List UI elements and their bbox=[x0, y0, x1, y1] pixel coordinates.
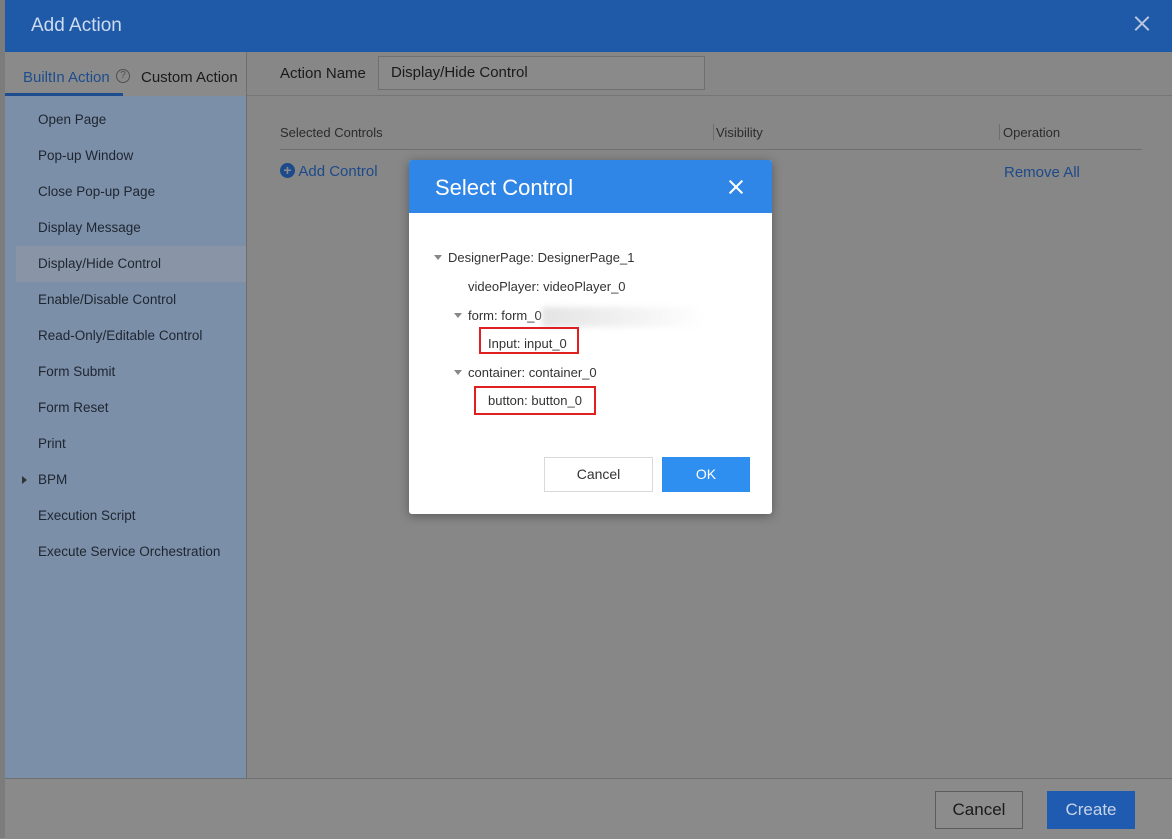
divider bbox=[247, 95, 1172, 96]
sidebar-item-print[interactable]: Print bbox=[5, 426, 246, 462]
sidebar-item-enable-disable-control[interactable]: Enable/Disable Control bbox=[5, 282, 246, 318]
cancel-button[interactable]: Cancel bbox=[935, 791, 1023, 829]
sidebar-item-label: Form Submit bbox=[38, 364, 116, 379]
sidebar-item-label: Display Message bbox=[38, 220, 141, 235]
sidebar-item-execution-script[interactable]: Execution Script bbox=[5, 498, 246, 534]
table-header-line bbox=[280, 149, 1142, 150]
column-operation: Operation bbox=[1003, 125, 1061, 140]
caret-down-icon[interactable] bbox=[454, 370, 462, 375]
action-name-label: Action Name bbox=[280, 65, 366, 82]
tree-node-button[interactable]: button: button_0 bbox=[488, 393, 582, 408]
modal-title: Select Control bbox=[435, 175, 574, 200]
expand-arrow-icon[interactable] bbox=[22, 476, 27, 484]
add-circle-icon: + bbox=[280, 163, 295, 178]
tab-custom-action[interactable]: Custom Action bbox=[141, 69, 238, 86]
modal-cancel-button[interactable]: Cancel bbox=[544, 457, 653, 492]
sidebar-item-display-hide-control[interactable]: Display/Hide Control bbox=[16, 246, 246, 282]
column-visibility: Visibility bbox=[716, 125, 763, 140]
sidebar-item-bpm[interactable]: BPM bbox=[5, 462, 246, 498]
modal-header: Select Control bbox=[409, 160, 772, 213]
help-icon[interactable]: ? bbox=[116, 69, 130, 83]
sidebar-item-close-popup[interactable]: Close Pop-up Page bbox=[5, 174, 246, 210]
close-icon[interactable] bbox=[728, 179, 744, 195]
sidebar-item-label: Close Pop-up Page bbox=[38, 184, 156, 199]
dialog-titlebar: Add Action bbox=[5, 0, 1172, 52]
sidebar-item-label: Read-Only/Editable Control bbox=[38, 328, 203, 343]
sidebar-item-label: Execution Script bbox=[38, 508, 136, 523]
sidebar-item-label: Enable/Disable Control bbox=[38, 292, 177, 307]
action-name-input[interactable]: Display/Hide Control bbox=[378, 56, 705, 90]
sidebar-item-form-reset[interactable]: Form Reset bbox=[5, 390, 246, 426]
create-button[interactable]: Create bbox=[1047, 791, 1135, 829]
caret-down-icon[interactable] bbox=[434, 255, 442, 260]
modal-ok-button[interactable]: OK bbox=[662, 457, 750, 492]
dialog-title: Add Action bbox=[31, 15, 122, 36]
tree-node-container[interactable]: container: container_0 bbox=[468, 365, 597, 380]
tree-node-input[interactable]: Input: input_0 bbox=[488, 336, 567, 351]
sidebar-item-service-orchestration[interactable]: Execute Service Orchestration bbox=[5, 534, 246, 570]
active-tab-indicator bbox=[5, 93, 123, 96]
sidebar-item-form-submit[interactable]: Form Submit bbox=[5, 354, 246, 390]
caret-down-icon[interactable] bbox=[454, 313, 462, 318]
sidebar-item-label: Open Page bbox=[38, 112, 107, 127]
sidebar-item-popup-window[interactable]: Pop-up Window bbox=[5, 138, 246, 174]
sidebar-item-readonly-editable[interactable]: Read-Only/Editable Control bbox=[5, 318, 246, 354]
sidebar-item-display-message[interactable]: Display Message bbox=[5, 210, 246, 246]
dialog-footer: Cancel Create bbox=[5, 778, 1172, 839]
tab-builtin-action[interactable]: BuiltIn Action bbox=[23, 69, 110, 86]
sidebar-item-label: Display/Hide Control bbox=[38, 256, 162, 271]
action-sidebar: BuiltIn Action ? Custom Action Open Page… bbox=[5, 52, 247, 778]
tree-node-video-player[interactable]: videoPlayer: videoPlayer_0 bbox=[468, 279, 626, 294]
select-control-modal: Select Control DesignerPage: DesignerPag… bbox=[409, 160, 772, 514]
column-separator bbox=[999, 124, 1000, 140]
add-control-button[interactable]: + Add Control bbox=[280, 163, 378, 180]
sidebar-item-label: Print bbox=[38, 436, 66, 451]
redacted-region bbox=[542, 307, 704, 327]
remove-all-link[interactable]: Remove All bbox=[1004, 164, 1080, 181]
add-control-label: Add Control bbox=[298, 163, 378, 180]
sidebar-item-label: BPM bbox=[38, 472, 68, 487]
sidebar-item-label: Execute Service Orchestration bbox=[38, 544, 221, 559]
column-separator bbox=[713, 124, 714, 140]
sidebar-item-label: Form Reset bbox=[38, 400, 109, 415]
close-icon[interactable] bbox=[1130, 12, 1154, 36]
action-tabs: BuiltIn Action ? Custom Action bbox=[5, 52, 246, 96]
action-menu: Open Page Pop-up Window Close Pop-up Pag… bbox=[5, 102, 246, 570]
column-selected-controls: Selected Controls bbox=[280, 125, 383, 140]
sidebar-item-open-page[interactable]: Open Page bbox=[5, 102, 246, 138]
tree-node-form[interactable]: form: form_0 bbox=[468, 308, 542, 323]
tree-node-designer-page[interactable]: DesignerPage: DesignerPage_1 bbox=[448, 250, 634, 265]
sidebar-item-label: Pop-up Window bbox=[38, 148, 134, 163]
